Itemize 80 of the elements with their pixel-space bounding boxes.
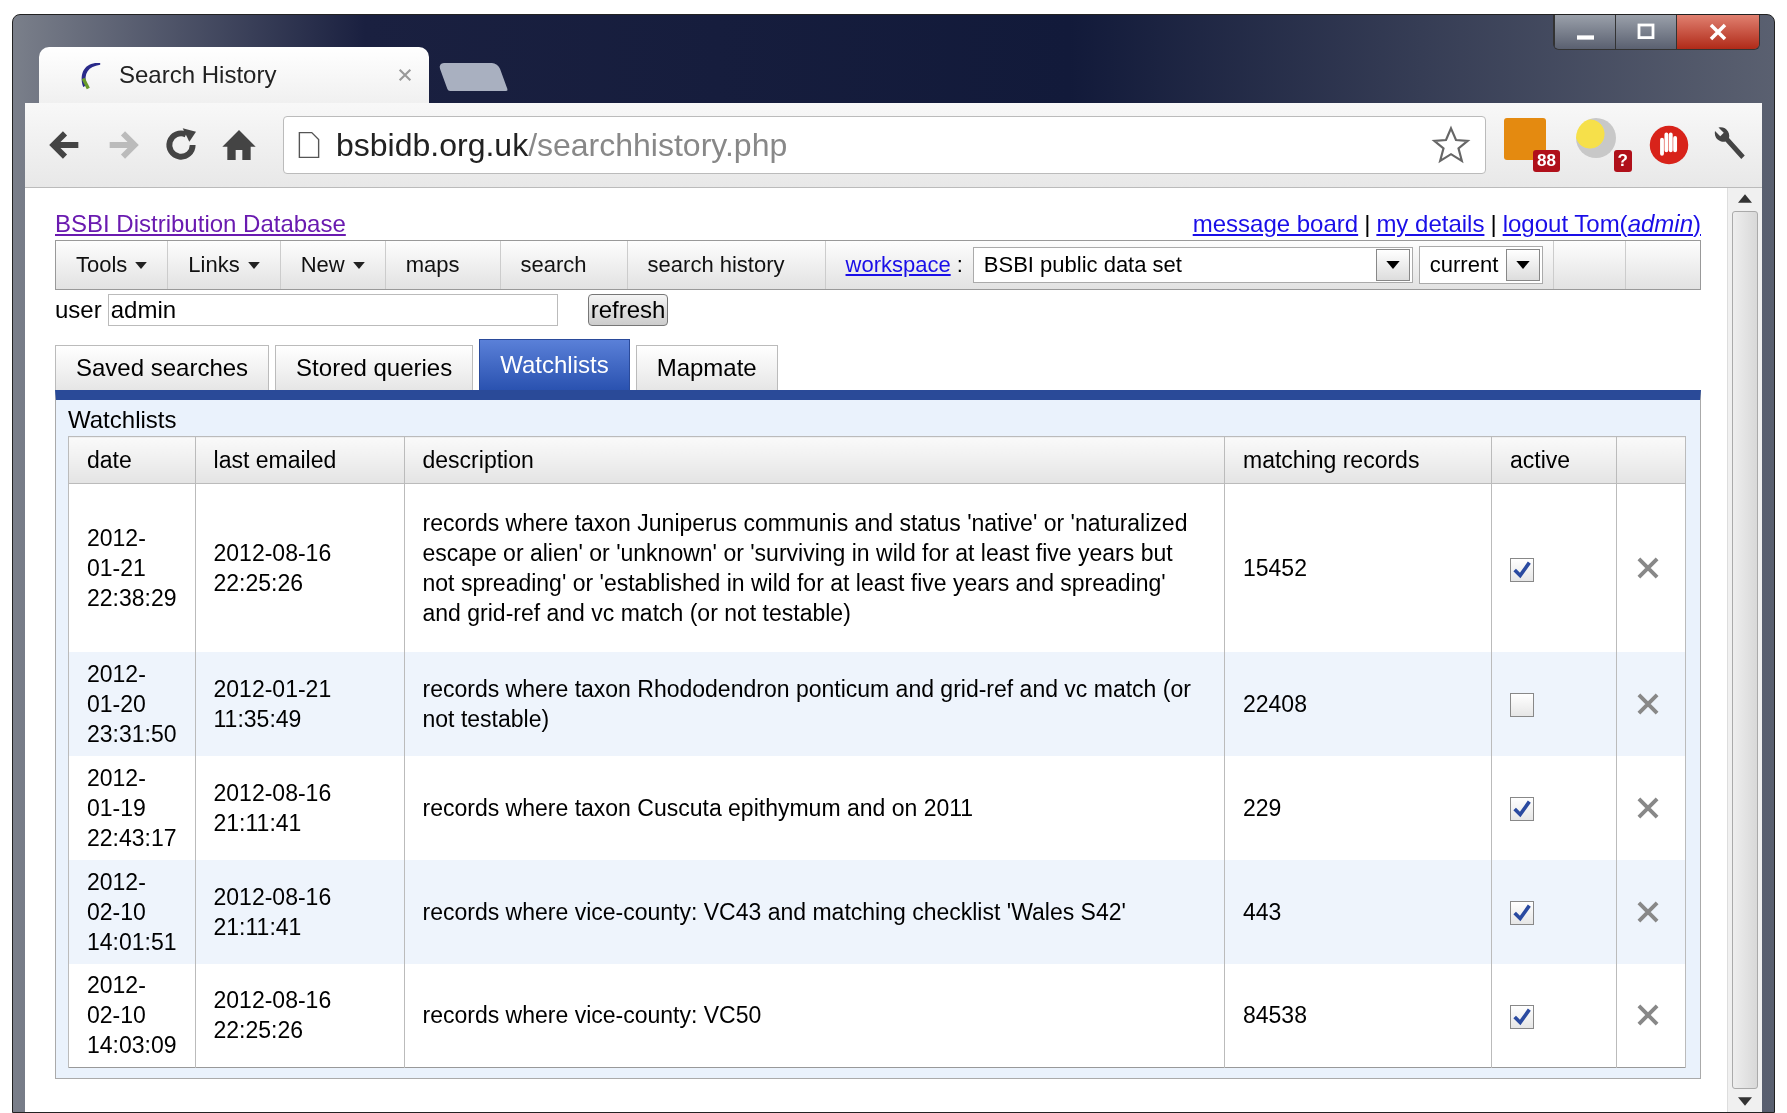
- tab-title: Search History: [119, 61, 277, 89]
- count-cell: 443: [1243, 898, 1282, 925]
- date-cell: 2012-08-16 21:11:41: [213, 779, 332, 836]
- count-cell: 229: [1243, 794, 1282, 821]
- date-cell: 2012-01-21 22:38:29: [87, 524, 177, 611]
- scroll-up-icon[interactable]: [1738, 194, 1752, 203]
- count-badge: 88: [1533, 150, 1560, 172]
- maximize-button[interactable]: [1615, 15, 1676, 49]
- description-cell: records where taxon Juniperus communis and status 'native' or 'naturalized escape or alien' or 'unknown' or 'surviving in wild for at least five years but not spreading' or 'established in wild for at least five years and spreading' and grid-ref and vc match (or not testable): [422, 509, 1188, 626]
- checkbox[interactable]: [1510, 797, 1534, 822]
- checkbox[interactable]: [1510, 1005, 1534, 1030]
- close-window-button[interactable]: [1676, 15, 1759, 49]
- header-link[interactable]: logout Tom(admin): [1502, 210, 1701, 237]
- separator: |: [1490, 210, 1497, 237]
- extension-button[interactable]: 88: [1504, 118, 1558, 172]
- separator: |: [1364, 210, 1371, 237]
- column-header: active: [1491, 436, 1617, 484]
- extension-button[interactable]: ?: [1576, 118, 1630, 172]
- menu-item[interactable]: maps: [385, 241, 501, 289]
- date-cell: 2012-01-21 11:35:49: [213, 675, 332, 732]
- checkbox[interactable]: [1510, 557, 1534, 582]
- count-cell: 22408: [1243, 690, 1307, 717]
- tab[interactable]: Watchlists: [479, 339, 630, 390]
- count-cell: 84538: [1243, 1002, 1307, 1029]
- menu-item[interactable]: Links: [168, 241, 281, 289]
- page-icon: [298, 130, 320, 160]
- weather-icon: [1576, 118, 1616, 158]
- workspace-dropdown[interactable]: BSBI public data set: [972, 247, 1413, 283]
- caret-icon: [1516, 261, 1531, 269]
- header-link[interactable]: my details: [1376, 210, 1485, 237]
- close-tab-icon[interactable]: [397, 67, 413, 83]
- date-cell: 2012-02-10 14:01:51: [87, 868, 177, 955]
- description-cell: records where taxon Rhododendron ponticum and grid-ref and vc match (or not testable): [422, 675, 1191, 732]
- description-cell: records where vice-county: VC50: [422, 1002, 762, 1029]
- caret-icon: [352, 261, 365, 269]
- user-label: user: [55, 296, 102, 324]
- date-cell: 2012-08-16 22:25:26: [213, 987, 332, 1044]
- menu-item[interactable]: New: [280, 241, 386, 289]
- date-cell: 2012-08-16 21:11:41: [213, 883, 332, 940]
- tab[interactable]: Stored queries: [275, 345, 474, 390]
- column-header: last emailed: [195, 436, 405, 484]
- minimize-button[interactable]: [1554, 15, 1615, 49]
- caret-icon: [247, 261, 260, 269]
- workspace-link[interactable]: workspace: [845, 252, 951, 278]
- column-header: matching records: [1224, 436, 1492, 484]
- bookmark-star-icon[interactable]: [1431, 125, 1471, 165]
- scrollbar[interactable]: [1727, 188, 1762, 1112]
- browser-tab[interactable]: Search History: [39, 47, 429, 103]
- site-title-link[interactable]: BSBI Distribution Database: [55, 210, 346, 238]
- checkbox[interactable]: [1510, 901, 1534, 926]
- colon-separator: :: [956, 252, 963, 278]
- menu-item[interactable]: search history: [627, 241, 826, 289]
- panel-title: Watchlists: [68, 405, 178, 435]
- url-text: bsbidb.org.uk/searchhistory.php: [336, 126, 788, 164]
- caret-icon: [135, 261, 148, 269]
- version-dropdown[interactable]: current: [1418, 246, 1544, 284]
- address-bar[interactable]: bsbidb.org.uk/searchhistory.php: [283, 116, 1486, 174]
- scroll-down-icon[interactable]: [1738, 1097, 1752, 1106]
- tab[interactable]: Saved searches: [55, 345, 270, 390]
- header-link[interactable]: message board: [1192, 210, 1359, 237]
- date-cell: 2012-01-20 23:31:50: [87, 660, 177, 747]
- caret-icon: [1385, 261, 1400, 269]
- hand-stop-icon[interactable]: [1648, 124, 1690, 166]
- date-cell: 2012-08-16 22:25:26: [213, 539, 332, 596]
- help-badge: ?: [1613, 150, 1632, 172]
- minimize-icon: [1576, 34, 1594, 40]
- count-cell: 15452: [1243, 554, 1307, 581]
- column-header: description: [404, 436, 1225, 484]
- date-cell: 2012-02-10 14:03:09: [87, 972, 177, 1059]
- user-field[interactable]: admin: [107, 294, 558, 326]
- tab[interactable]: Mapmate: [635, 345, 778, 390]
- description-cell: records where taxon Cuscuta epithymum and on 2011: [422, 794, 974, 821]
- refresh-button[interactable]: refresh: [587, 294, 669, 326]
- scrollbar-thumb[interactable]: [1732, 211, 1758, 1089]
- checkbox[interactable]: [1510, 693, 1534, 718]
- column-header: date: [68, 436, 196, 484]
- date-cell: 2012-01-19 22:43:17: [87, 764, 177, 851]
- menu-item[interactable]: Tools: [56, 241, 169, 289]
- menu-item[interactable]: search: [500, 241, 628, 289]
- description-cell: records where vice-county: VC43 and matching checklist 'Wales S42': [422, 898, 1126, 925]
